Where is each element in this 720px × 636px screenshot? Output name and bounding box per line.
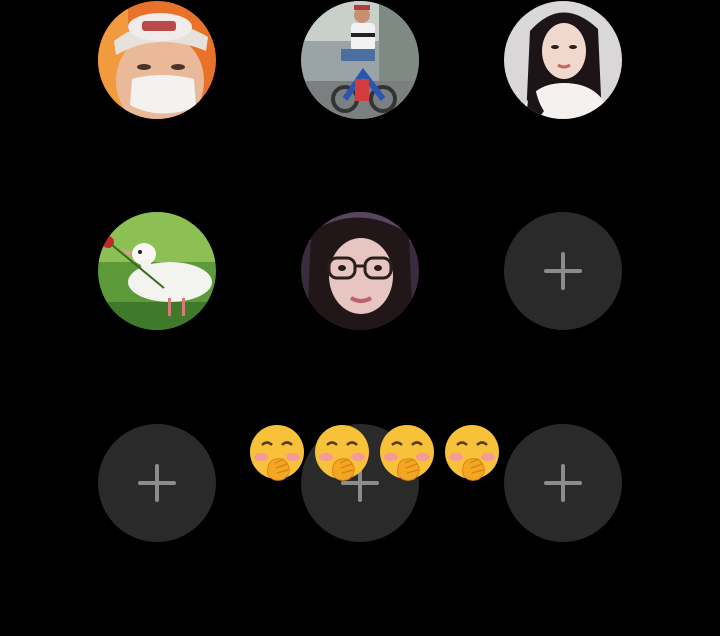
add-seat-button-4[interactable]	[504, 424, 622, 542]
avatar-white-dove-rose	[98, 212, 216, 330]
add-seat-button-1[interactable]	[504, 212, 622, 330]
seat-grid	[0, 0, 720, 636]
hand-over-mouth-emoji	[250, 425, 304, 481]
avatar-man-cap-mask	[98, 1, 216, 119]
hand-over-mouth-emoji	[315, 425, 369, 481]
hand-over-mouth-emoji	[445, 425, 499, 481]
avatar-woman-long-hair	[504, 1, 622, 119]
avatar-slot-3[interactable]	[504, 1, 622, 119]
plus-icon	[544, 252, 582, 290]
avatar-slot-5[interactable]	[301, 212, 419, 330]
plus-icon	[138, 464, 176, 502]
avatar-slot-4[interactable]	[98, 212, 216, 330]
emoji-reaction-row	[246, 421, 506, 483]
hand-over-mouth-emoji	[380, 425, 434, 481]
avatar-slot-1[interactable]	[98, 1, 216, 119]
avatar-girl-glasses	[301, 212, 419, 330]
add-seat-button-2[interactable]	[98, 424, 216, 542]
plus-icon	[544, 464, 582, 502]
avatar-slot-2[interactable]	[301, 1, 419, 119]
avatar-man-on-bike	[301, 1, 419, 119]
